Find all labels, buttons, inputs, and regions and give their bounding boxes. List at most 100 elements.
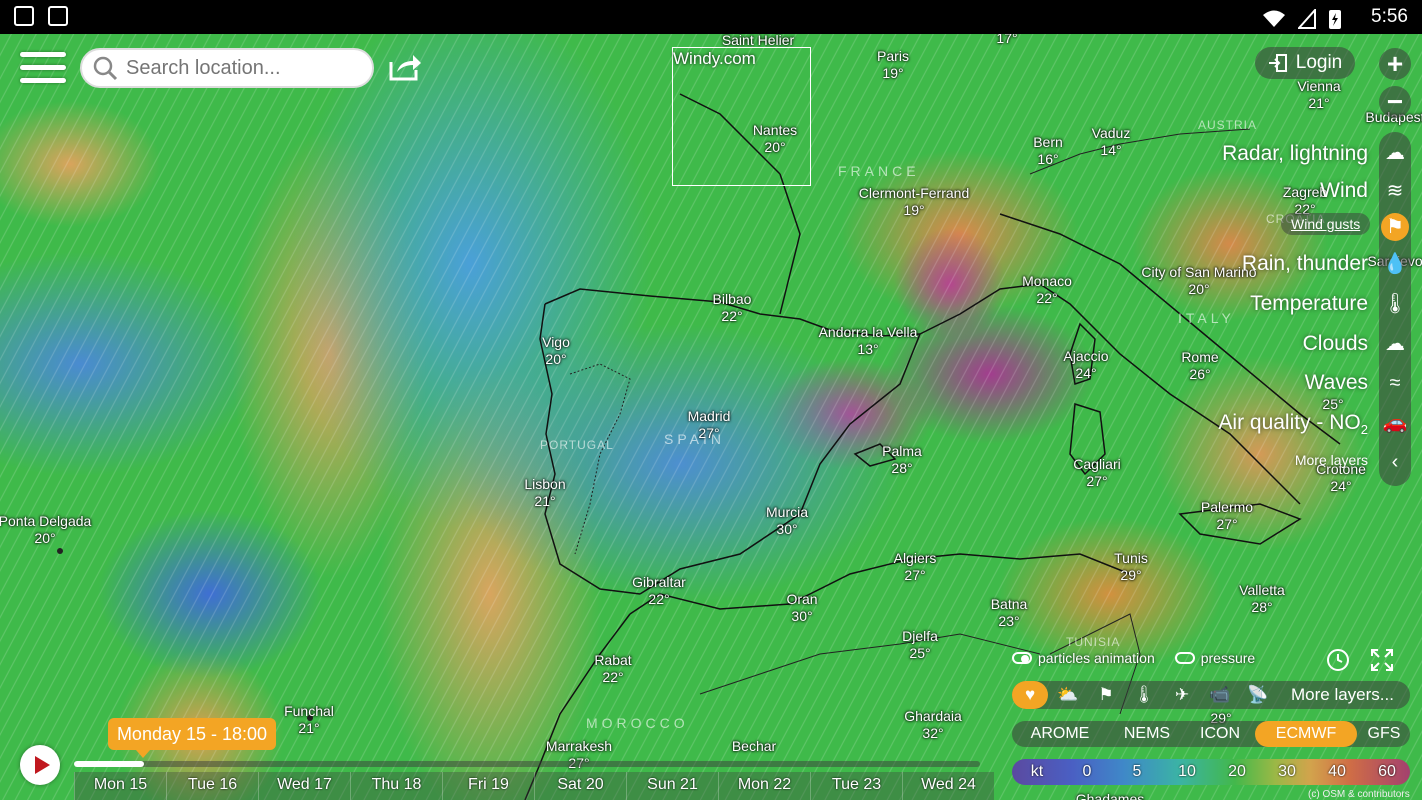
timeline-day[interactable]: Wed 17	[258, 772, 350, 800]
city-marker[interactable]: Madrid 27°	[688, 408, 731, 442]
wind-legend[interactable]	[1012, 759, 1410, 785]
timeline-day[interactable]: Tue 23	[810, 772, 902, 800]
layer-label-gusts[interactable]: Wind gusts	[1281, 213, 1371, 235]
legend-value: 40	[1328, 763, 1346, 780]
city-marker[interactable]: Ponta Delgada 20°	[0, 513, 91, 547]
flag-icon[interactable]: ⚑	[1088, 681, 1124, 709]
model-gfs[interactable]: GFS	[1360, 721, 1408, 747]
city-marker[interactable]: Vienna 21°	[1297, 78, 1340, 112]
clock-icon[interactable]	[1326, 648, 1350, 672]
play-button[interactable]	[20, 745, 60, 785]
timeline-day[interactable]: Thu 18	[350, 772, 442, 800]
timeline-day[interactable]: Tue 16	[166, 772, 258, 800]
car-icon[interactable]: 🚗	[1381, 409, 1409, 437]
model-icon[interactable]: ICON	[1188, 721, 1252, 747]
city-marker[interactable]: Funchal 21°	[284, 703, 334, 737]
city-marker[interactable]: Valletta 28°	[1239, 582, 1285, 616]
city-marker[interactable]: Tunis 29°	[1114, 550, 1148, 584]
radar-icon[interactable]: ☁	[1381, 139, 1409, 167]
city-marker[interactable]: Ghardaia 32°	[904, 708, 962, 742]
timeline-current-time[interactable]: Monday 15 - 18:00	[108, 718, 276, 758]
layer-label-clouds[interactable]: Clouds	[1303, 332, 1368, 356]
hamburger-menu-button[interactable]	[20, 52, 66, 88]
city-marker[interactable]: Palma 28°	[882, 443, 922, 477]
login-button[interactable]: Login	[1255, 47, 1355, 79]
city-marker[interactable]: Oran 30°	[786, 591, 817, 625]
fullscreen-icon[interactable]	[1370, 648, 1394, 672]
layer-label-waves[interactable]: Waves	[1305, 371, 1368, 395]
city-marker[interactable]: Vigo 20°	[542, 334, 570, 368]
city-marker[interactable]: Algiers 27°	[894, 550, 937, 584]
model-nems[interactable]: NEMS	[1108, 721, 1186, 747]
timeline-day[interactable]: Sat 20	[534, 772, 626, 800]
more-layers-button[interactable]: More layers...	[1291, 685, 1394, 705]
layer-label-more[interactable]: More layers	[1295, 452, 1368, 468]
pressure-toggle[interactable]: pressure	[1174, 650, 1255, 666]
cloud-icon[interactable]: ☁	[1381, 330, 1409, 358]
wifi-icon	[1263, 10, 1285, 27]
waves-icon[interactable]: ≈	[1381, 369, 1409, 397]
wind-gusts-flag-icon[interactable]: ⚑	[1381, 213, 1409, 241]
login-icon	[1268, 54, 1287, 72]
timeline-day[interactable]: Fri 19	[442, 772, 534, 800]
city-marker[interactable]: City of San Marino 20°	[1141, 264, 1256, 298]
timeline-day[interactable]: Mon 22	[718, 772, 810, 800]
city-marker[interactable]: Vaduz 14°	[1092, 125, 1131, 159]
timeline-day[interactable]: Wed 24	[902, 772, 994, 800]
thermometer-icon[interactable]: 🌡	[1126, 681, 1162, 709]
model-arome[interactable]: AROME	[1020, 721, 1100, 747]
minimap[interactable]: Windy.com	[672, 47, 811, 186]
attribution[interactable]: (c) OSM & contributors	[1308, 789, 1410, 800]
city-marker[interactable]: Djelfa 25°	[902, 628, 938, 662]
layer-label-temperature[interactable]: Temperature	[1250, 292, 1368, 316]
city-marker[interactable]: 17°	[996, 34, 1017, 47]
city-marker[interactable]: Bilbao 22°	[713, 291, 752, 325]
camera-icon[interactable]: 📹	[1202, 681, 1238, 709]
zoom-in-button[interactable]: +	[1379, 48, 1411, 80]
sun-cloud-icon[interactable]: ⛅	[1050, 681, 1086, 709]
share-icon[interactable]	[388, 52, 422, 82]
notification-icons	[14, 6, 68, 26]
layer-label-wind[interactable]: Wind	[1320, 179, 1368, 203]
layer-label-air-quality[interactable]: Air quality - NO2	[1218, 411, 1368, 437]
city-marker[interactable]: Lisbon 21°	[524, 476, 565, 510]
status-bar: 5:56	[0, 0, 1422, 34]
particles-toggle[interactable]: particles animation	[1012, 650, 1155, 666]
city-marker[interactable]: Palermo 27°	[1201, 499, 1253, 533]
city-marker[interactable]: Murcia 30°	[766, 504, 808, 538]
timeline-track[interactable]	[74, 761, 980, 767]
airplane-icon[interactable]: ✈	[1164, 681, 1200, 709]
city-marker[interactable]: Clermont-Ferrand 19°	[859, 185, 969, 219]
city-marker[interactable]: Bern 16°	[1033, 134, 1063, 168]
radar-icon[interactable]: 📡	[1240, 681, 1276, 709]
city-marker[interactable]: Batna 23°	[991, 596, 1028, 630]
clock: 5:56	[1371, 6, 1408, 27]
city-marker[interactable]: Ajaccio 24°	[1063, 348, 1108, 382]
city-marker[interactable]: Bechar	[732, 738, 776, 755]
timeline-day[interactable]: Sun 21	[626, 772, 718, 800]
country-label: AUSTRIA	[1198, 118, 1258, 132]
layer-label-rain[interactable]: Rain, thunder	[1242, 252, 1368, 276]
city-marker[interactable]: Paris 19°	[877, 48, 909, 82]
heart-icon[interactable]: ♥	[1012, 681, 1048, 709]
city-marker[interactable]: Gibraltar 22°	[632, 574, 686, 608]
zoom-out-button[interactable]: −	[1379, 86, 1411, 118]
layer-label-radar[interactable]: Radar, lightning	[1222, 142, 1368, 166]
rain-drop-icon[interactable]: 💧	[1381, 250, 1409, 278]
model-ecmwf[interactable]: ECMWF	[1255, 721, 1357, 747]
search-box[interactable]	[80, 48, 374, 88]
minimap-title: Windy.com	[673, 49, 756, 68]
city-marker[interactable]: Andorra la Vella 13°	[819, 324, 918, 358]
city-marker[interactable]: Rabat 22°	[594, 652, 631, 686]
search-input[interactable]	[124, 55, 358, 81]
city-marker[interactable]: Ghadames	[1076, 791, 1144, 800]
wind-icon[interactable]: ≋	[1381, 177, 1409, 205]
city-marker[interactable]: Rome 26°	[1181, 349, 1218, 383]
thermometer-icon[interactable]: 🌡	[1381, 290, 1409, 318]
timeline-day[interactable]: Mon 15	[74, 772, 166, 800]
city-marker[interactable]: Cagliari 27°	[1073, 456, 1120, 490]
city-marker[interactable]: Monaco 22°	[1022, 273, 1072, 307]
toggle-switch	[1012, 652, 1032, 664]
menu-bar	[20, 78, 66, 83]
chevron-left-icon[interactable]: ‹	[1381, 448, 1409, 476]
